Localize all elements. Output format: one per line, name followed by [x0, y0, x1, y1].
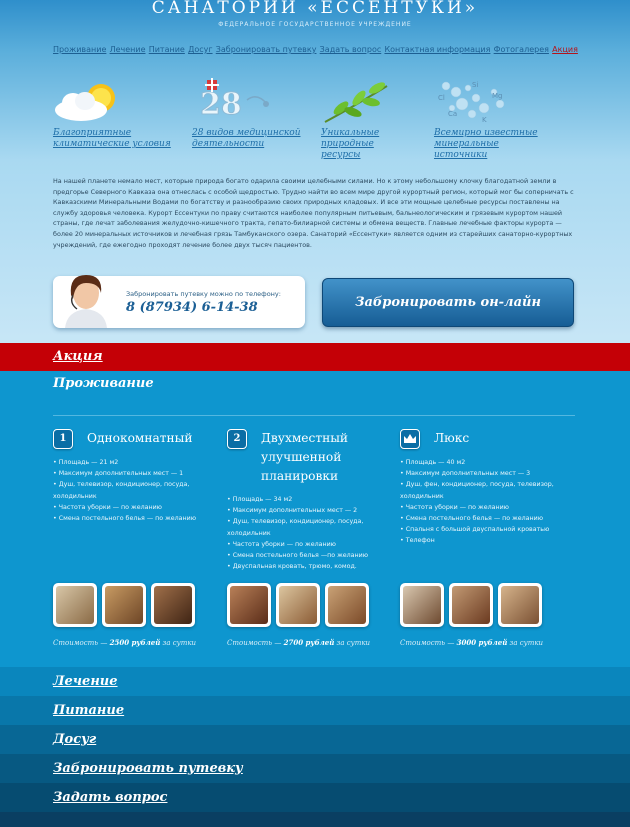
feature-medical-label: 28 видов медицинской деятельности — [192, 128, 301, 149]
sun-cloud-icon — [53, 78, 173, 126]
divider — [53, 415, 575, 416]
site-title: САНАТОРИЙ «ЕССЕНТУКИ» — [151, 0, 479, 18]
nav-leisure[interactable]: Досуг — [188, 45, 212, 54]
room-features: Площадь — 40 м2 Максимум дополнительных … — [400, 457, 575, 547]
header-area: САНАТОРИЙ «ЕССЕНТУКИ» ФЕДЕРАЛЬНОЕ ГОСУДА… — [0, 0, 630, 343]
nav-contacts[interactable]: Контактная информация — [384, 45, 490, 54]
nav-ask[interactable]: Задать вопрос — [320, 45, 382, 54]
room-photo[interactable] — [449, 583, 493, 627]
top-nav: Проживание Лечение Питание Досуг Заброни… — [53, 45, 578, 54]
number-28-icon: 28 — [192, 78, 312, 126]
book-online-button[interactable]: Забронировать он-лайн — [322, 278, 574, 327]
living-title[interactable]: Проживание — [53, 376, 154, 391]
phone-number[interactable]: 8 (87934) 6-14-38 — [126, 300, 258, 315]
svg-text:Ca: Ca — [448, 110, 457, 118]
room-title: Люкс — [434, 431, 470, 445]
feature-climate-label: Благоприятные климатические условия — [53, 128, 171, 149]
svg-text:Mg: Mg — [492, 92, 502, 100]
room-single-photos — [53, 583, 195, 627]
nav-book[interactable]: Забронировать путевку — [216, 45, 317, 54]
room-photo[interactable] — [400, 583, 444, 627]
feature-resources-label: Уникальные природные ресурсы — [321, 128, 380, 160]
section-food[interactable]: Питание — [0, 696, 630, 725]
section-treatment[interactable]: Лечение — [0, 667, 630, 696]
section-question[interactable]: Задать вопрос — [0, 783, 630, 812]
crown-icon — [400, 429, 420, 449]
promo-label: Акция — [53, 349, 103, 364]
room-features: Площадь — 21 м2 Максимум дополнительных … — [53, 457, 213, 524]
phone-caption: Забронировать путевку можно по телефону: — [126, 290, 281, 298]
room-photo[interactable] — [102, 583, 146, 627]
room-photo[interactable] — [151, 583, 195, 627]
room-features: Площадь — 34 м2 Максимум дополнительных … — [227, 494, 377, 572]
badge-text: 28 — [200, 87, 242, 122]
intro-text: На нашей планете немало мест, которые пр… — [53, 177, 574, 249]
room-photo[interactable] — [498, 583, 542, 627]
feature-resources[interactable]: Уникальные природные ресурсы — [321, 78, 401, 161]
mineral-bubbles-icon: Si Mg Cl Ca K — [434, 78, 554, 126]
phone-box: Забронировать путевку можно по телефону:… — [53, 275, 305, 328]
section-booking[interactable]: Забронировать путевку — [0, 754, 630, 783]
living-section: Проживание 1 Однокомнатный Площадь — 21 … — [0, 371, 630, 667]
room-lux-photos — [400, 583, 542, 627]
site-subtitle: ФЕДЕРАЛЬНОЕ ГОСУДАРСТВЕННОЕ УЧРЕЖДЕНИЕ — [218, 21, 412, 28]
nav-promo[interactable]: Акция — [552, 45, 578, 54]
green-branch-icon — [321, 78, 401, 126]
room-photo[interactable] — [276, 583, 320, 627]
svg-text:Cl: Cl — [438, 94, 445, 102]
room-number-badge: 1 — [53, 429, 73, 449]
svg-text:K: K — [482, 116, 487, 124]
room-lux-price: Стоимость — 3000 рублей за сутки — [400, 638, 544, 647]
operator-avatar — [59, 271, 113, 328]
room-lux: Люкс Площадь — 40 м2 Максимум дополнител… — [400, 429, 575, 547]
feature-climate[interactable]: Благоприятные климатические условия — [53, 78, 173, 150]
room-title: Двухместный улучшенной планировки — [261, 431, 349, 483]
room-single: 1 Однокомнатный Площадь — 21 м2 Максимум… — [53, 429, 213, 524]
nav-food[interactable]: Питание — [149, 45, 185, 54]
room-double-photos — [227, 583, 369, 627]
room-double-price: Стоимость — 2700 рублей за сутки — [227, 638, 371, 647]
room-double: 2 Двухместный улучшенной планировки Площ… — [227, 429, 377, 572]
room-single-price: Стоимость — 2500 рублей за сутки — [53, 638, 197, 647]
section-leisure[interactable]: Досуг — [0, 725, 630, 754]
promo-section-header[interactable]: Акция — [0, 343, 630, 371]
nav-living[interactable]: Проживание — [53, 45, 106, 54]
nav-treatment[interactable]: Лечение — [110, 45, 146, 54]
svg-text:Si: Si — [472, 81, 478, 89]
room-title: Однокомнатный — [87, 431, 193, 445]
room-photo[interactable] — [53, 583, 97, 627]
feature-mineral-label: Всемирно известные минеральные источники — [434, 128, 538, 160]
nav-gallery[interactable]: Фотогалерея — [494, 45, 549, 54]
room-number-badge: 2 — [227, 429, 247, 449]
room-photo[interactable] — [325, 583, 369, 627]
feature-mineral[interactable]: Si Mg Cl Ca K Всемирно известные минеральные… — [434, 78, 554, 161]
footer-strip — [0, 812, 630, 827]
feature-medical[interactable]: 28 28 видов медицинской деятельности — [192, 78, 312, 150]
room-photo[interactable] — [227, 583, 271, 627]
